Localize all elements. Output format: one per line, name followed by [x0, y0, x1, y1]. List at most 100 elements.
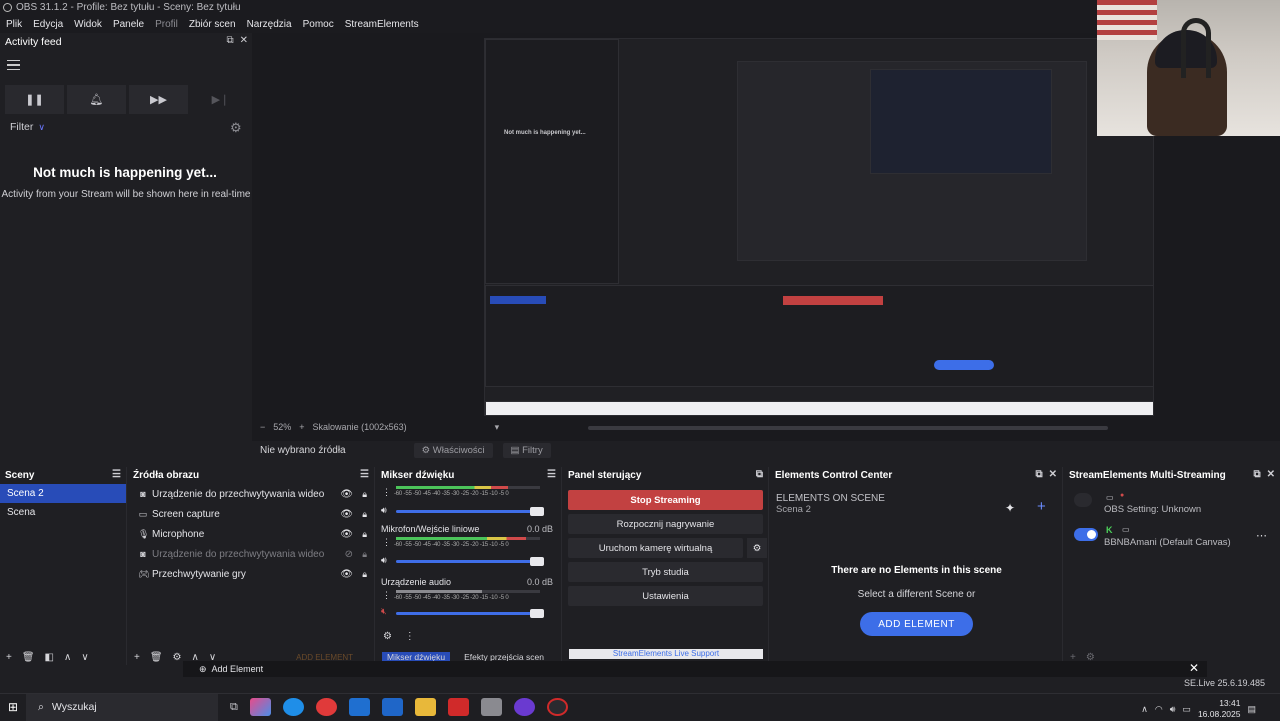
taskbar-search[interactable]: ⌕ Wyszukaj [26, 693, 218, 721]
pause-button[interactable]: ❚❚ [5, 85, 64, 114]
channel-menu-icon[interactable]: ⋮ [382, 487, 391, 498]
menu-scene-collection[interactable]: Zbiór scen [189, 19, 236, 30]
source-item[interactable]: ◙ Urządzenie do przechwytywania wideo 👁︎ 🔒︎ [128, 484, 374, 504]
fader-knob[interactable] [530, 557, 544, 566]
virtual-camera-settings-icon[interactable]: ⚙ [747, 538, 767, 558]
menu-profile[interactable]: Profil [155, 19, 178, 30]
obs-app-icon[interactable] [546, 698, 568, 716]
zoom-out-icon[interactable]: − [260, 422, 265, 432]
trash-icon[interactable]: 🗑︎ [22, 652, 35, 663]
hamburger-menu-icon[interactable] [7, 60, 20, 70]
close-dock-icon[interactable]: ✕ [1267, 469, 1275, 480]
lock-icon[interactable]: 🔒︎ [362, 549, 367, 560]
eye-icon[interactable]: 👁︎ [340, 529, 353, 540]
menu-streamelements[interactable]: StreamElements [345, 19, 419, 30]
channel-menu-icon[interactable]: ⋮ [382, 537, 391, 548]
streamelements-app-icon[interactable] [447, 698, 469, 716]
zoom-in-icon[interactable]: + [299, 422, 304, 432]
outlook-app-icon[interactable] [348, 698, 370, 716]
add-element-button[interactable]: ADD ELEMENT [860, 612, 973, 636]
mixer-menu-icon[interactable]: ⋮ [405, 631, 415, 642]
gear-icon[interactable]: ⚙ [230, 120, 242, 136]
file-explorer-app-icon[interactable] [414, 698, 436, 716]
scene-item-scena[interactable]: Scena [0, 503, 126, 522]
volume-fader[interactable] [396, 507, 544, 516]
magic-sparkle-icon[interactable]: ✦ [1005, 501, 1015, 515]
source-item[interactable]: 🎙︎ Microphone 👁︎ 🔒︎ [128, 524, 374, 544]
speaker-icon[interactable]: 🔊︎ [381, 505, 387, 516]
filters-button[interactable]: ▤ Filtry [502, 442, 551, 458]
eye-icon[interactable]: 👁︎ [340, 569, 353, 580]
stop-streaming-button[interactable]: Stop Streaming [568, 490, 763, 510]
menu-docks[interactable]: Panele [113, 19, 144, 30]
preview-scrollbar[interactable] [588, 426, 1108, 430]
advanced-audio-icon[interactable]: ⚙ [383, 631, 392, 642]
dock-menu-icon[interactable]: ☰ [112, 469, 121, 480]
close-dock-icon[interactable]: ✕ [240, 35, 248, 46]
scene-filter-icon[interactable]: ◧ [45, 652, 54, 663]
edge-app-icon[interactable] [282, 698, 304, 716]
more-options-icon[interactable]: ⋯ [1256, 529, 1267, 542]
eye-icon[interactable]: 👁︎ [340, 489, 353, 500]
float-dock-icon[interactable]: ⧉ [756, 469, 763, 480]
source-item[interactable]: ◙ Urządzenie do przechwytywania wideo ⊘ 🔒︎ [128, 544, 374, 564]
obs-toggle[interactable] [1074, 493, 1092, 507]
menu-tools[interactable]: Narzędzia [247, 19, 292, 30]
discord-app-icon[interactable] [513, 698, 535, 716]
close-dock-icon[interactable]: ✕ [1049, 469, 1057, 480]
float-dock-icon[interactable]: ⧉ [1253, 469, 1260, 480]
add-icon[interactable]: + [1037, 498, 1046, 515]
properties-button[interactable]: ⚙ Właściwości [413, 442, 493, 458]
settings-button[interactable]: Ustawienia [568, 586, 763, 606]
move-up-icon[interactable]: ∧ [64, 652, 71, 663]
battery-icon[interactable]: ▭ [1182, 704, 1191, 715]
filter-dropdown[interactable]: Filter ∨ [10, 121, 45, 133]
lock-icon[interactable]: 🔒︎ [362, 489, 367, 500]
add-icon[interactable]: + [6, 652, 12, 663]
virtual-camera-button[interactable]: Uruchom kamerę wirtualną ⚙ [568, 538, 767, 558]
notifications-button[interactable]: 🔔︎ [67, 85, 126, 114]
fader-knob[interactable] [530, 609, 544, 618]
store-app-icon[interactable] [381, 698, 403, 716]
volume-fader[interactable] [396, 557, 544, 566]
move-down-icon[interactable]: ∨ [81, 652, 88, 663]
dock-menu-icon[interactable]: ☰ [360, 469, 369, 480]
start-recording-button[interactable]: Rozpocznij nagrywanie [568, 514, 763, 534]
source-item[interactable]: ▭ Screen capture 👁︎ 🔒︎ [128, 504, 374, 524]
notifications-icon[interactable]: ▤ [1247, 704, 1256, 715]
live-support-button[interactable]: StreamElements Live Support [569, 649, 763, 659]
add-icon[interactable]: + [134, 652, 140, 663]
eye-icon[interactable]: 👁︎ [340, 509, 353, 520]
windows-start-icon[interactable]: ⊞ [0, 700, 26, 714]
source-item[interactable]: 🎮︎ Przechwytywanie gry 👁︎ 🔒︎ [128, 564, 374, 584]
opera-app-icon[interactable] [315, 698, 337, 716]
float-dock-icon[interactable]: ⧉ [1035, 469, 1042, 480]
fader-knob[interactable] [530, 507, 544, 516]
menu-view[interactable]: Widok [74, 19, 102, 30]
tray-chevron-icon[interactable]: ∧ [1141, 704, 1148, 715]
preview-canvas[interactable]: Not much is happening yet... [484, 38, 1154, 416]
clock[interactable]: 13:41 16.08.2025 [1198, 698, 1241, 720]
task-view-icon[interactable]: ⧉ [230, 701, 238, 714]
copilot-app-icon[interactable] [249, 698, 271, 716]
studio-mode-button[interactable]: Tryb studia [568, 562, 763, 582]
menu-help[interactable]: Pomoc [303, 19, 334, 30]
speaker-muted-icon[interactable]: 🔇︎ [381, 606, 387, 617]
scaling-dropdown-icon[interactable]: ▾ [495, 422, 500, 433]
lock-icon[interactable]: 🔒︎ [362, 529, 367, 540]
skip-button[interactable]: ▶▶ [129, 85, 188, 114]
speaker-icon[interactable]: 🔊︎ [381, 555, 387, 566]
settings-icon[interactable]: ⚙ [173, 652, 182, 663]
close-icon[interactable]: ✕ [1189, 661, 1199, 675]
lock-icon[interactable]: 🔒︎ [362, 509, 367, 520]
volume-fader[interactable] [396, 609, 544, 618]
menu-file[interactable]: Plik [6, 19, 22, 30]
eye-hidden-icon[interactable]: ⊘ [345, 549, 353, 560]
float-dock-icon[interactable]: ⧉ [226, 35, 233, 46]
lock-icon[interactable]: 🔒︎ [362, 569, 367, 580]
trash-icon[interactable]: 🗑︎ [150, 652, 163, 663]
skip-end-button[interactable]: ▶❘ [191, 85, 250, 114]
scene-item-scena-2[interactable]: Scena 2 [0, 484, 126, 503]
wifi-icon[interactable]: ◠ [1155, 704, 1163, 715]
account-toggle[interactable] [1074, 528, 1098, 541]
